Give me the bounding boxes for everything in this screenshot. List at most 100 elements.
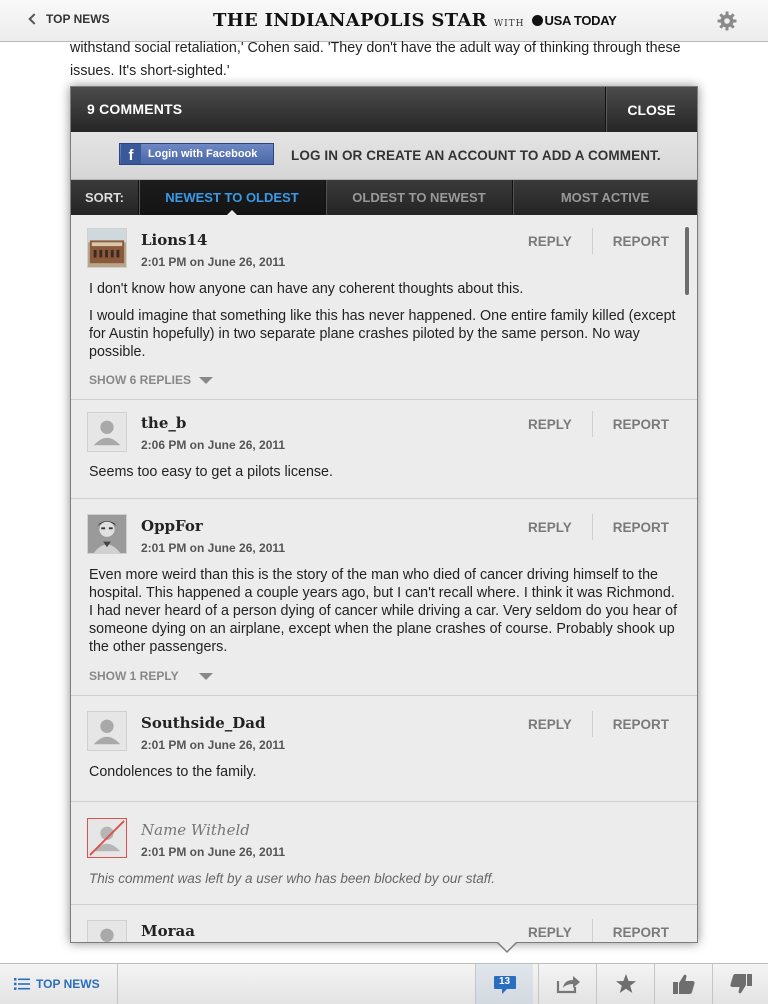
avatar bbox=[87, 228, 127, 268]
comment-actions: REPLY REPORT bbox=[528, 514, 669, 540]
comment-item: Southside_Dad 2:01 PM on June 26, 2011 R… bbox=[71, 696, 697, 802]
report-button[interactable]: REPORT bbox=[613, 417, 669, 432]
close-button[interactable]: CLOSE bbox=[605, 87, 697, 132]
report-button[interactable]: REPORT bbox=[613, 925, 669, 940]
comment-timestamp: 2:06 PM on June 26, 2011 bbox=[141, 438, 286, 452]
back-label: TOP NEWS bbox=[46, 12, 110, 26]
article-body: withstand social retaliation,' Cohen sai… bbox=[70, 40, 681, 79]
comment-username[interactable]: Southside_Dad bbox=[141, 714, 265, 732]
comment-list[interactable]: Lions14 2:01 PM on June 26, 2011 REPLY R… bbox=[71, 215, 697, 942]
sort-tab-label: OLDEST TO NEWEST bbox=[352, 190, 486, 205]
report-button[interactable]: REPORT bbox=[613, 234, 669, 249]
top-bar: TOP NEWS THE INDIANAPOLIS STAR WITH USA … bbox=[0, 0, 768, 42]
divider bbox=[591, 228, 593, 254]
comment-item: OppFor 2:01 PM on June 26, 2011 REPLY RE… bbox=[71, 499, 697, 696]
divider bbox=[591, 711, 593, 737]
comment-actions: REPLY REPORT bbox=[528, 711, 669, 737]
comment-bubble-icon: 13 bbox=[493, 974, 517, 994]
sort-bar: SORT: NEWEST TO OLDEST OLDEST TO NEWEST … bbox=[71, 180, 697, 216]
facebook-icon: f bbox=[121, 144, 141, 164]
comment-item: Lions14 2:01 PM on June 26, 2011 REPLY R… bbox=[71, 215, 697, 400]
facebook-login-button[interactable]: f Login with Facebook bbox=[119, 143, 274, 165]
show-replies-toggle[interactable]: SHOW 6 REPLIES bbox=[89, 373, 214, 387]
chevron-down-icon bbox=[198, 672, 213, 680]
comment-text: Condolences to the family. bbox=[89, 763, 679, 781]
reply-button[interactable]: REPLY bbox=[528, 417, 572, 432]
back-button[interactable]: TOP NEWS bbox=[28, 12, 110, 26]
report-button[interactable]: REPORT bbox=[613, 520, 669, 535]
avatar bbox=[87, 514, 127, 554]
thumbs-up-icon bbox=[672, 974, 695, 994]
comment-item: the_b 2:06 PM on June 26, 2011 REPLY REP… bbox=[71, 400, 697, 499]
sort-tab-newest[interactable]: NEWEST TO OLDEST bbox=[139, 180, 326, 216]
brand-main: THE INDIANAPOLIS STAR bbox=[213, 10, 487, 31]
brand-partner: USA TODAY bbox=[531, 13, 617, 28]
comments-panel: 9 COMMENTS CLOSE f Login with Facebook L… bbox=[70, 86, 698, 943]
comment-paragraph: I would imagine that something like this… bbox=[89, 308, 676, 360]
show-replies-toggle[interactable]: SHOW 1 REPLY bbox=[89, 669, 213, 683]
comments-button[interactable]: 13 bbox=[475, 964, 533, 1004]
usa-today-dot-icon bbox=[531, 15, 543, 26]
comment-paragraph: Condolences to the family. bbox=[89, 764, 257, 780]
comments-count: 9 COMMENTS bbox=[87, 101, 183, 117]
report-button[interactable]: REPORT bbox=[613, 717, 669, 732]
show-replies-label: SHOW 1 REPLY bbox=[89, 669, 179, 683]
comment-username[interactable]: the_b bbox=[141, 414, 186, 432]
sort-tab-most-active[interactable]: MOST ACTIVE bbox=[513, 180, 697, 215]
comment-username[interactable]: Lions14 bbox=[141, 231, 207, 249]
thumbs-down-button[interactable] bbox=[712, 964, 768, 1004]
popover-arrow-fill bbox=[497, 941, 517, 951]
masthead-logo: THE INDIANAPOLIS STAR WITH USA TODAY bbox=[213, 10, 617, 31]
comment-timestamp: 2:01 PM on June 26, 2011 bbox=[141, 255, 286, 269]
blocked-avatar-icon bbox=[87, 818, 127, 858]
comment-actions: REPLY REPORT bbox=[528, 411, 669, 437]
sort-tab-oldest[interactable]: OLDEST TO NEWEST bbox=[326, 180, 513, 215]
divider bbox=[591, 411, 593, 437]
login-link[interactable]: LOG IN OR CREATE AN ACCOUNT TO ADD A COM… bbox=[291, 148, 661, 163]
sort-tab-label: NEWEST TO OLDEST bbox=[165, 190, 299, 205]
default-avatar-icon bbox=[87, 412, 127, 452]
thumbs-down-icon bbox=[729, 974, 752, 994]
brand-partner-label: USA TODAY bbox=[544, 13, 617, 28]
login-row: f Login with Facebook LOG IN OR CREATE A… bbox=[71, 132, 697, 180]
thumbs-up-button[interactable] bbox=[654, 964, 712, 1004]
comment-paragraph: Seems too easy to get a pilots license. bbox=[89, 464, 333, 480]
favorite-button[interactable] bbox=[596, 964, 654, 1004]
default-avatar-icon bbox=[87, 711, 127, 751]
default-avatar-icon bbox=[87, 920, 127, 942]
divider bbox=[591, 514, 593, 540]
gear-icon[interactable] bbox=[717, 11, 737, 31]
comment-item: Moraa REPLY REPORT bbox=[71, 905, 697, 942]
comment-username[interactable]: Moraa bbox=[141, 922, 195, 940]
top-news-button[interactable]: TOP NEWS bbox=[0, 964, 118, 1004]
comment-text: Even more weird than this is the story o… bbox=[89, 566, 679, 656]
reply-button[interactable]: REPLY bbox=[528, 925, 572, 940]
comment-timestamp: 2:01 PM on June 26, 2011 bbox=[141, 845, 286, 859]
top-news-label: TOP NEWS bbox=[36, 977, 100, 991]
facebook-login-label: Login with Facebook bbox=[148, 148, 258, 160]
comment-timestamp: 2:01 PM on June 26, 2011 bbox=[141, 738, 286, 752]
comment-count-badge: 13 bbox=[498, 976, 511, 987]
comment-username: Name Witheld bbox=[141, 821, 250, 839]
share-icon bbox=[556, 976, 580, 994]
reply-button[interactable]: REPLY bbox=[528, 717, 572, 732]
comment-paragraph: I don't know how anyone can have any coh… bbox=[89, 281, 524, 297]
bottom-toolbar: TOP NEWS 13 bbox=[0, 963, 768, 1004]
share-button[interactable] bbox=[538, 964, 596, 1004]
blocked-notice: This comment was left by a user who has … bbox=[89, 871, 495, 886]
comment-actions: REPLY REPORT bbox=[528, 919, 669, 942]
comment-timestamp: 2:01 PM on June 26, 2011 bbox=[141, 541, 286, 555]
sort-tab-label: MOST ACTIVE bbox=[560, 190, 650, 205]
sort-label: SORT: bbox=[71, 180, 139, 215]
comment-text: Seems too easy to get a pilots license. bbox=[89, 463, 679, 481]
chevron-down-icon bbox=[199, 376, 214, 384]
list-icon bbox=[14, 978, 30, 990]
brand-with: WITH bbox=[493, 19, 525, 29]
comments-header: 9 COMMENTS CLOSE bbox=[71, 87, 697, 132]
comment-username[interactable]: OppFor bbox=[141, 517, 203, 535]
comment-text: I don't know how anyone can have any coh… bbox=[89, 280, 679, 361]
reply-button[interactable]: REPLY bbox=[528, 234, 572, 249]
comment-actions: REPLY REPORT bbox=[528, 228, 669, 254]
chevron-left-icon bbox=[28, 13, 40, 25]
reply-button[interactable]: REPLY bbox=[528, 520, 572, 535]
